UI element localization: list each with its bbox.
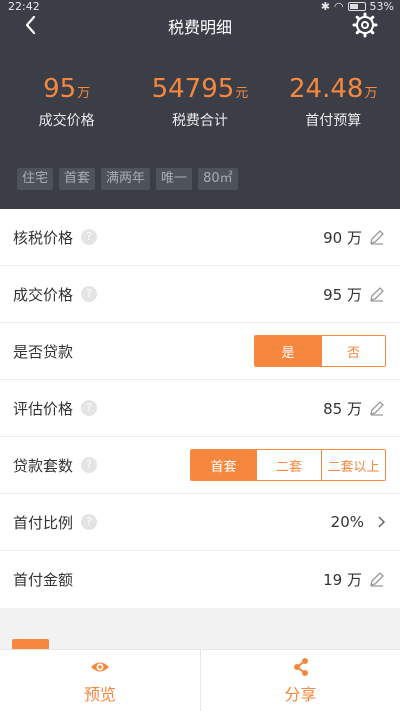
bluetooth-icon: ✱ xyxy=(320,0,330,13)
row-label: 首付比例 xyxy=(13,513,74,532)
row-label: 是否贷款 xyxy=(13,342,74,361)
loan-count-first-button[interactable]: 首套 xyxy=(191,450,256,480)
wifi-icon: ◠ xyxy=(333,0,344,13)
row-loan: 是否贷款 是 否 xyxy=(0,323,400,380)
summary-down-budget: 24.48万 首付预算 xyxy=(267,74,400,130)
row-tax-price: 核税价格 ? 90 万 xyxy=(0,209,400,266)
loan-count-second-button[interactable]: 二套 xyxy=(256,450,321,480)
loan-count-more-button[interactable]: 二套以上 xyxy=(321,450,385,480)
help-icon[interactable]: ? xyxy=(81,514,98,530)
summary-value: 95 xyxy=(43,74,77,104)
tag: 住宅 xyxy=(17,168,54,190)
chevron-right-icon xyxy=(378,516,386,528)
pencil-icon[interactable] xyxy=(368,285,386,303)
tag: 首套 xyxy=(59,168,96,190)
pencil-icon[interactable] xyxy=(368,228,386,246)
tag-list: 住宅 首套 满两年 唯一 80㎡ xyxy=(17,168,238,190)
bottom-bar: 预览 分享 xyxy=(0,649,400,711)
summary-deal-price: 95万 成交价格 xyxy=(0,74,133,130)
row-down-amount: 首付金额 19 万 xyxy=(0,551,400,608)
summary-value: 54795 xyxy=(151,74,235,104)
summary-unit: 万 xyxy=(77,86,91,101)
row-label: 评估价格 xyxy=(13,399,74,418)
detail-list: 核税价格 ? 90 万 成交价格 ? 95 万 是否贷款 是 否 评估价格 ? … xyxy=(0,209,400,608)
help-icon[interactable]: ? xyxy=(81,400,98,416)
appraisal-value: 85 万 xyxy=(323,399,362,418)
loan-yes-button[interactable]: 是 xyxy=(255,336,321,366)
down-amount-value: 19 万 xyxy=(323,570,362,589)
summary-value: 24.48 xyxy=(289,74,364,104)
summary-label: 成交价格 xyxy=(38,113,95,129)
row-loan-count: 贷款套数 ? 首套 二套 二套以上 xyxy=(0,437,400,494)
status-bar: 22:42 ✱ ◠ 53% xyxy=(0,0,400,14)
loan-no-button[interactable]: 否 xyxy=(321,336,385,366)
eye-icon xyxy=(91,662,109,671)
gear-icon[interactable] xyxy=(352,12,378,38)
section-marker xyxy=(12,639,49,649)
loan-count-selector: 首套 二套 二套以上 xyxy=(190,449,386,481)
help-icon[interactable]: ? xyxy=(81,229,98,245)
share-icon xyxy=(293,657,308,676)
preview-label: 预览 xyxy=(83,684,116,704)
pencil-icon[interactable] xyxy=(368,399,386,417)
row-label: 贷款套数 xyxy=(13,456,74,475)
pencil-icon[interactable] xyxy=(368,570,386,588)
page-title: 税费明细 xyxy=(167,18,232,37)
loan-toggle: 是 否 xyxy=(254,335,386,367)
summary-label: 税费合计 xyxy=(171,113,228,129)
summary: 95万 成交价格 54795元 税费合计 24.48万 首付预算 xyxy=(0,74,400,130)
row-label: 核税价格 xyxy=(13,228,74,247)
help-icon[interactable]: ? xyxy=(81,286,98,302)
summary-unit: 万 xyxy=(364,86,378,101)
row-label: 首付金额 xyxy=(13,571,74,589)
header: 22:42 ✱ ◠ 53% 税费明细 95万 成交价格 54795元 税费合计 xyxy=(0,0,400,209)
summary-unit: 元 xyxy=(235,86,249,101)
tag: 80㎡ xyxy=(198,168,238,190)
deal-price-value: 95 万 xyxy=(323,285,362,304)
tag: 满两年 xyxy=(101,168,151,190)
tag: 唯一 xyxy=(156,168,193,190)
row-label: 成交价格 xyxy=(13,285,74,304)
share-button[interactable]: 分享 xyxy=(200,650,400,711)
down-ratio-value: 20% xyxy=(330,513,364,531)
tax-price-value: 90 万 xyxy=(323,228,362,247)
row-down-ratio[interactable]: 首付比例 ? 20% xyxy=(0,494,400,551)
preview-button[interactable]: 预览 xyxy=(0,650,200,711)
row-deal-price: 成交价格 ? 95 万 xyxy=(0,266,400,323)
share-label: 分享 xyxy=(284,684,317,704)
summary-tax-total: 54795元 税费合计 xyxy=(133,74,266,130)
battery-icon xyxy=(347,2,366,11)
row-appraisal: 评估价格 ? 85 万 xyxy=(0,380,400,437)
help-icon[interactable]: ? xyxy=(81,457,98,473)
summary-label: 首付预算 xyxy=(305,113,362,129)
